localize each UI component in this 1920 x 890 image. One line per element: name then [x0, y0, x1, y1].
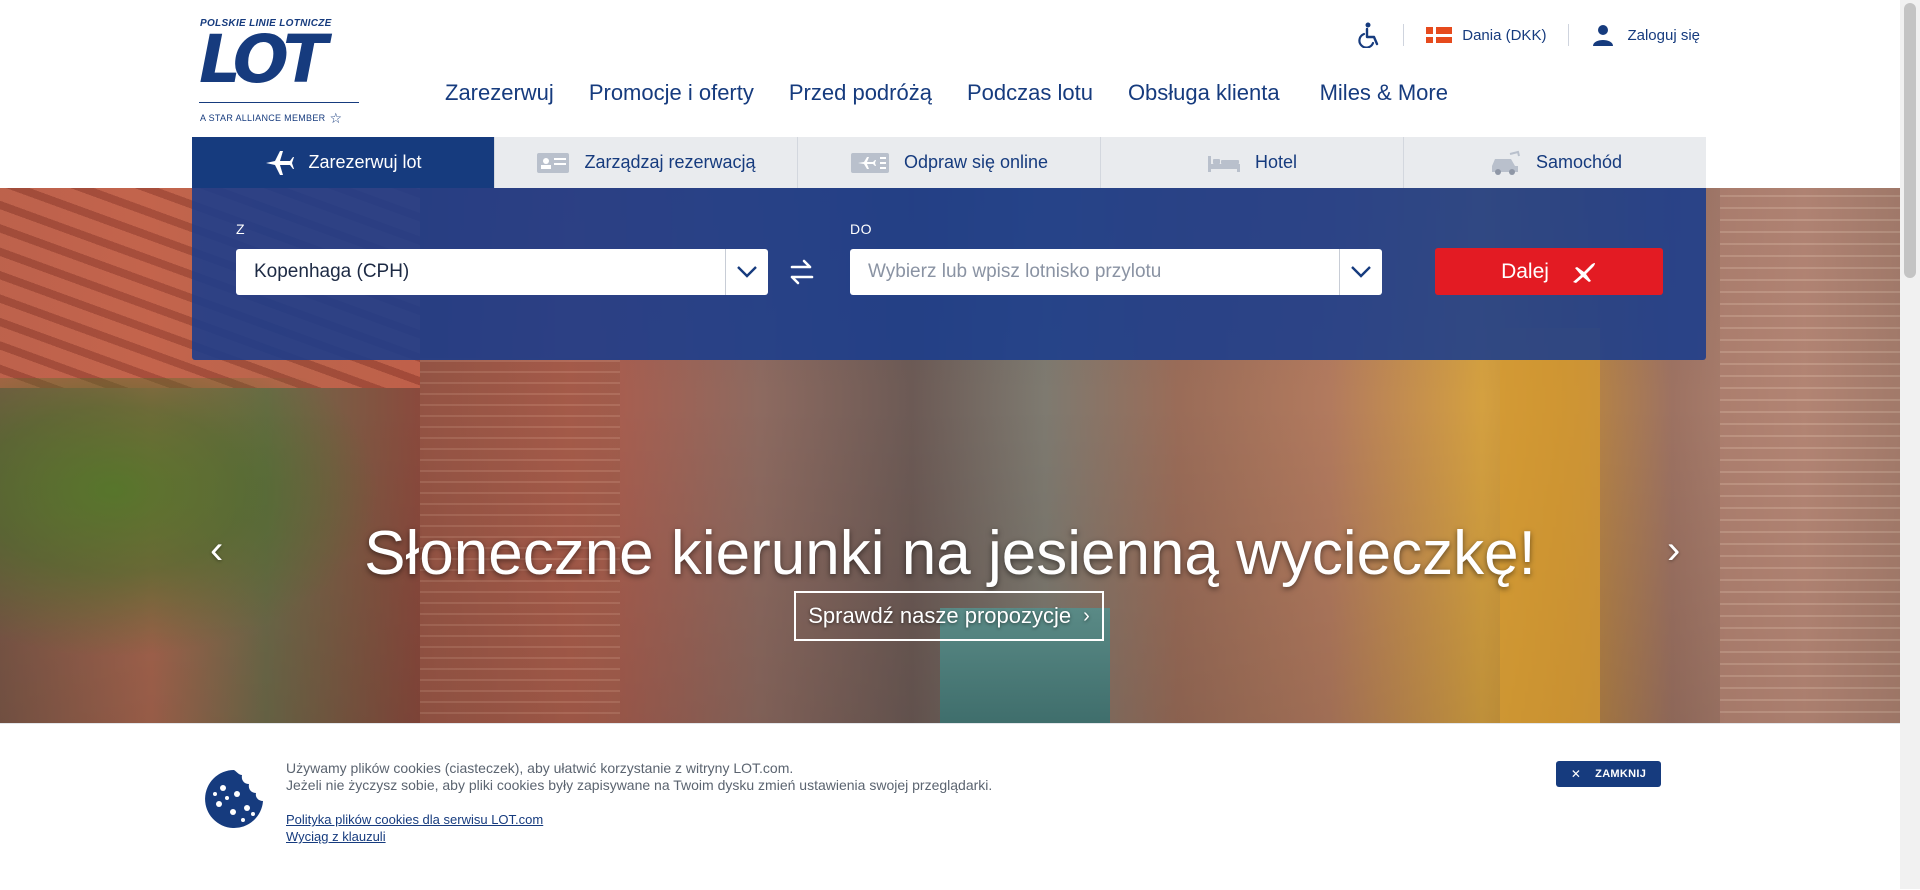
nav-miles-and-more[interactable]: Miles & More: [1320, 80, 1448, 106]
site-header: POLSKIE LINIE LOTNICZE LOT A STAR ALLIAN…: [0, 0, 1900, 137]
chevron-right-icon: ›: [1083, 604, 1090, 627]
scrollbar-thumb[interactable]: [1904, 3, 1916, 278]
tab-manage-booking[interactable]: Zarządzaj rezerwacją: [495, 137, 798, 188]
tab-label: Zarządzaj rezerwacją: [584, 152, 756, 172]
cookie-close-label: ZAMKNIJ: [1595, 768, 1647, 780]
search-submit-button[interactable]: Dalej: [1435, 248, 1663, 295]
to-field[interactable]: Wybierz lub wpisz lotnisko przylotu: [850, 249, 1382, 295]
car-icon: [1488, 150, 1522, 176]
cookie-line-2: Jeżeli nie życzysz sobie, aby pliki cook…: [286, 777, 993, 793]
from-label: Z: [236, 221, 246, 237]
star-alliance-icon: ☆: [329, 110, 343, 126]
id-card-icon: [536, 152, 570, 174]
tab-book-flight[interactable]: Zarezerwuj lot: [192, 137, 495, 188]
star-alliance-text: A STAR ALLIANCE MEMBER: [200, 113, 326, 123]
login-label: Zaloguj się: [1627, 26, 1700, 44]
chevron-down-icon: [737, 266, 757, 278]
to-input[interactable]: Wybierz lub wpisz lotnisko przylotu: [850, 261, 1339, 283]
cookie-line-1: Używamy plików cookies (ciasteczek), aby…: [286, 760, 794, 776]
airplane-icon: [264, 150, 295, 176]
tab-label: Hotel: [1254, 152, 1298, 172]
tab-car[interactable]: Samochód: [1404, 137, 1706, 188]
to-dropdown-button[interactable]: [1339, 249, 1382, 295]
nav-before-travel[interactable]: Przed podróżą: [789, 80, 932, 106]
main-nav: Zarezerwuj Promocje i oferty Przed podró…: [445, 80, 1483, 106]
swap-airports-button[interactable]: [790, 256, 814, 293]
chevron-down-icon: [1351, 266, 1371, 278]
clause-extract-link[interactable]: Wyciąg z klauzuli: [286, 829, 386, 844]
swap-arrows-icon: [790, 259, 814, 285]
denmark-flag-icon: [1426, 27, 1453, 43]
tab-label: Odpraw się online: [903, 152, 1049, 172]
to-label: DO: [850, 221, 872, 237]
nav-customer-service[interactable]: Obsługa klienta: [1128, 80, 1280, 106]
nav-book[interactable]: Zarezerwuj: [445, 80, 554, 106]
cookie-icon: [205, 770, 263, 828]
close-icon: ✕: [1570, 767, 1582, 781]
hero-title: Słoneczne kierunki na jesienną wycieczkę…: [364, 519, 1536, 588]
country-selector[interactable]: Dania (DKK): [1404, 27, 1568, 44]
login-button[interactable]: Zaloguj się: [1569, 23, 1700, 47]
cookie-close-button[interactable]: ✕ ZAMKNIJ: [1556, 761, 1661, 787]
accessibility-button[interactable]: [1335, 22, 1403, 48]
tab-hotel[interactable]: Hotel: [1101, 137, 1404, 188]
flight-search-panel: Z Kopenhaga (CPH) DO Wybierz lub wpisz l…: [192, 188, 1706, 360]
utility-bar: Dania (DKK) Zaloguj się: [1335, 18, 1700, 52]
cookie-banner: Używamy plików cookies (ciasteczek), aby…: [0, 723, 1900, 890]
hero-image-brick-wall: [1720, 188, 1900, 723]
cookie-policy-link[interactable]: Polityka plików cookies dla serwisu LOT.…: [286, 812, 543, 827]
hero-cta-label: Sprawdź nasze propozycje: [808, 603, 1072, 628]
cookie-message: Używamy plików cookies (ciasteczek), aby…: [286, 760, 992, 794]
airplane-icon: [1571, 260, 1597, 284]
tab-online-checkin[interactable]: Odpraw się online: [798, 137, 1101, 188]
hero-cta-button[interactable]: Sprawdź nasze propozycje ›: [794, 591, 1104, 641]
nav-promotions[interactable]: Promocje i oferty: [589, 80, 754, 106]
booking-tabs: Zarezerwuj lot Zarządzaj rezerwacją Odpr…: [192, 137, 1706, 188]
country-label: Dania (DKK): [1462, 26, 1547, 44]
lot-logo[interactable]: POLSKIE LINIE LOTNICZE LOT A STAR ALLIAN…: [199, 18, 364, 128]
star-alliance-label: A STAR ALLIANCE MEMBER ☆: [200, 110, 342, 127]
logo-mark: LOT: [199, 21, 328, 98]
from-field[interactable]: Kopenhaga (CPH): [236, 249, 768, 295]
bed-icon: [1207, 153, 1241, 173]
nav-during-flight[interactable]: Podczas lotu: [967, 80, 1093, 106]
logo-divider: [199, 102, 359, 103]
from-dropdown-button[interactable]: [725, 249, 768, 295]
boarding-pass-icon: [850, 152, 890, 174]
wheelchair-icon: [1358, 22, 1379, 48]
page-scrollbar[interactable]: [1900, 0, 1920, 889]
from-input[interactable]: Kopenhaga (CPH): [236, 261, 725, 283]
tab-label: Samochód: [1535, 152, 1623, 172]
user-icon: [1593, 25, 1614, 46]
submit-label: Dalej: [1501, 259, 1549, 283]
tab-label: Zarezerwuj lot: [308, 152, 422, 172]
